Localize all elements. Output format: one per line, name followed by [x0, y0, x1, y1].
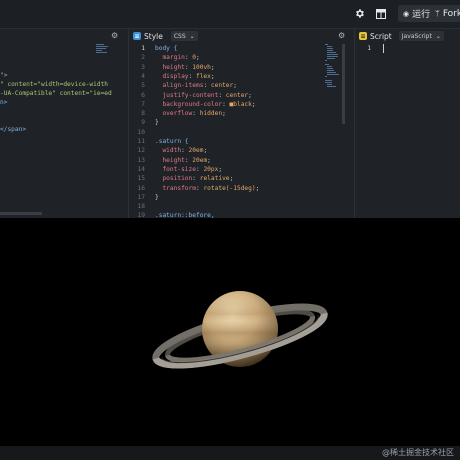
minimap-line	[325, 76, 327, 77]
style-pane-header: ≡ Style CSS ⌄	[129, 29, 354, 43]
chevron-down-icon: ⌄	[189, 32, 195, 40]
line-number: 14	[137, 165, 145, 173]
code-line: }	[155, 119, 159, 127]
code-line: body {	[155, 45, 178, 52]
html-code-line: n>	[0, 99, 8, 106]
code-line: height: 20em;	[162, 156, 211, 164]
minimap-line	[327, 74, 339, 75]
minimap-line	[327, 46, 332, 47]
line-number: 1	[367, 45, 371, 52]
line-number: 1	[141, 45, 145, 52]
script-pane-title: Script	[370, 31, 392, 41]
html-code-line: -UA-Compatible" content="ie=ed	[0, 90, 112, 97]
css-badge-icon: ≡	[133, 32, 141, 40]
line-number: 12	[137, 147, 145, 155]
minimap-line	[327, 66, 333, 67]
minimap-line	[327, 48, 334, 49]
line-number: 7	[141, 100, 145, 108]
run-label: 运行	[412, 10, 431, 20]
code-line: align-items: center;	[162, 82, 237, 90]
html-code-line: ">	[0, 72, 8, 79]
line-number: 5	[141, 82, 145, 90]
minimap-line	[327, 52, 337, 53]
code-line: overflow: hidden;	[162, 110, 226, 118]
line-number: 9	[141, 119, 145, 127]
style-pane-title: Style	[144, 31, 163, 41]
minimap-line	[327, 58, 335, 59]
script-language-select[interactable]: JavaScript ⌄	[398, 31, 444, 41]
line-number: 10	[137, 128, 145, 136]
minimap-line	[327, 50, 334, 51]
line-number: 18	[137, 203, 145, 211]
style-language-select[interactable]: CSS ⌄	[170, 31, 198, 41]
code-line: font-size: 20px;	[162, 165, 223, 173]
script-editor-pane[interactable]: ≡ Script JavaScript ⌄ 1	[355, 29, 460, 218]
html-code-line: </span>	[0, 126, 27, 133]
html-code-line: " content="width=device-width	[0, 81, 109, 88]
minimap-line	[325, 82, 333, 83]
line-number: 6	[141, 91, 145, 99]
run-icon: ◉	[403, 9, 410, 18]
minimap-line	[325, 64, 330, 65]
style-settings-gear-icon[interactable]: ⚙	[338, 31, 345, 40]
minimap-line	[327, 86, 336, 87]
code-line: justify-content: center;	[162, 91, 252, 99]
line-number: 3	[141, 63, 145, 71]
line-number: 11	[137, 138, 145, 145]
line-number: 13	[137, 156, 145, 164]
js-badge-icon: ≡	[359, 32, 367, 40]
fork-button[interactable]: ᛘ Fork	[430, 5, 460, 22]
line-number: 15	[137, 175, 145, 183]
text-cursor	[383, 44, 384, 53]
code-line: height: 100vh;	[162, 63, 215, 71]
minimap-line	[325, 60, 327, 61]
gear-icon[interactable]	[351, 5, 368, 22]
line-number: 19	[137, 212, 145, 218]
layout-icon[interactable]	[372, 5, 389, 22]
html-editor-pane[interactable]: ⚙ "> " content="width=device-width -UA-C…	[0, 29, 128, 218]
chevron-down-icon: ⌄	[435, 32, 441, 40]
horizontal-scrollbar[interactable]	[0, 212, 42, 215]
line-number: 17	[137, 193, 145, 201]
style-language-value: CSS	[173, 32, 186, 40]
html-settings-gear-icon[interactable]: ⚙	[111, 31, 118, 40]
vertical-scrollbar[interactable]	[342, 44, 345, 124]
minimap-line	[327, 84, 333, 85]
code-line: background-color: ■black;	[162, 100, 256, 108]
minimap-line	[325, 44, 328, 45]
code-line: .saturn::before,	[155, 212, 215, 218]
html-pane-header	[0, 29, 128, 43]
line-number: 8	[141, 110, 145, 118]
fork-icon: ᛘ	[435, 9, 440, 18]
code-line: transform: rotate(-15deg);	[162, 184, 260, 192]
script-code-area[interactable]: 1	[355, 44, 460, 81]
editors-area: ⚙ "> " content="width=device-width -UA-C…	[0, 29, 460, 218]
code-line: margin: 0;	[162, 54, 200, 62]
line-number: 4	[141, 72, 145, 80]
minimap-line	[327, 72, 336, 73]
script-language-value: JavaScript	[401, 32, 432, 40]
minimap-line	[327, 70, 335, 71]
minimap-line	[327, 68, 333, 69]
top-toolbar: ◉ 运行 ᛘ Fork	[0, 0, 460, 29]
minimap-line	[327, 56, 339, 57]
code-line: display: flex;	[162, 72, 215, 80]
saturn-illustration	[152, 291, 328, 369]
code-line: position: relative;	[162, 175, 234, 183]
html-code-area[interactable]: "> " content="width=device-width -UA-Com…	[0, 44, 128, 133]
line-number: 16	[137, 184, 145, 192]
line-number: 2	[141, 54, 145, 62]
code-line: .saturn {	[155, 138, 189, 145]
fork-label: Fork	[442, 8, 460, 19]
script-pane-header: ≡ Script JavaScript ⌄	[355, 29, 460, 43]
minimap-line	[325, 80, 333, 81]
minimap-line	[327, 54, 338, 55]
footer-bar: @稀土掘金技术社区	[0, 446, 460, 460]
watermark: @稀土掘金技术社区	[382, 448, 454, 457]
style-editor-pane[interactable]: ≡ Style CSS ⌄ ⚙ 1 body { 2 margin: 0; 3 hei…	[129, 29, 354, 218]
preview-area	[0, 218, 460, 446]
code-line: width: 20em;	[162, 147, 208, 155]
code-line: }	[155, 193, 159, 201]
